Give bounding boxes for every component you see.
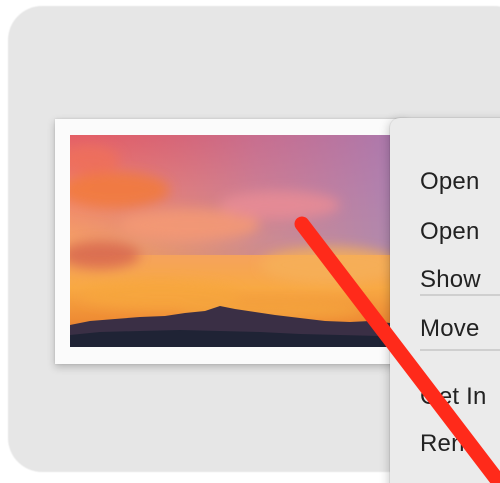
menu-separator — [420, 349, 500, 351]
menu-item-get-info[interactable]: Get In — [420, 377, 487, 417]
menu-separator — [420, 294, 500, 296]
menu-item-move[interactable]: Move — [420, 309, 480, 349]
sunset-photo — [70, 135, 407, 347]
menu-item-open[interactable]: Open — [420, 162, 480, 202]
photo-thumbnail-card[interactable] — [55, 119, 407, 364]
context-menu: Open Open Show Move Get In Ren — [390, 118, 500, 483]
sunset-photo-art — [70, 135, 407, 347]
screenshot-stage: Open Open Show Move Get In Ren — [0, 0, 500, 483]
menu-item-open-with[interactable]: Open — [420, 212, 480, 252]
menu-item-rename[interactable]: Ren — [420, 424, 465, 464]
